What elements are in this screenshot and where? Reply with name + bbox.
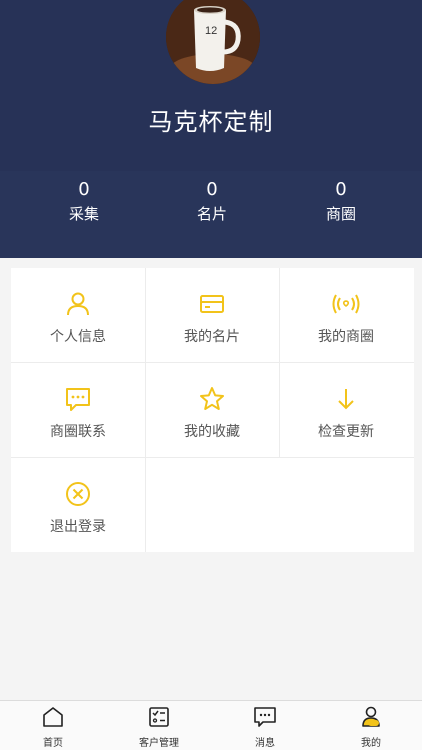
tab-label: 首页 [43, 738, 63, 749]
menu-label: 我的收藏 [184, 424, 240, 440]
shop-name: 马克杯定制 [148, 108, 274, 136]
menu-check-update[interactable]: 检查更新 [279, 363, 413, 457]
avatar[interactable]: 12 [166, 0, 260, 84]
profile-icon [359, 705, 383, 729]
menu-my-favorites[interactable]: 我的收藏 [145, 363, 279, 457]
stats-bar: 0 采集 0 名片 0 商圈 [0, 171, 422, 258]
stat-cards[interactable]: 0 名片 [142, 179, 282, 225]
menu-label: 检查更新 [318, 424, 374, 440]
menu-my-card[interactable]: 我的名片 [145, 268, 279, 362]
close-circle-icon [64, 480, 92, 508]
home-icon [41, 705, 65, 729]
tab-home[interactable]: 首页 [13, 705, 93, 749]
arrow-down-icon [332, 385, 360, 413]
menu-grid: 个人信息 我的名片 我的商圈 商圈联系 我的收藏 检查更新 退出登录 [11, 268, 414, 552]
menu-label: 退出登录 [50, 519, 106, 535]
tab-label: 客户管理 [139, 738, 179, 749]
tab-messages[interactable]: 消息 [225, 705, 305, 749]
stat-collect-label: 采集 [68, 205, 99, 223]
bottom-tab-bar: 首页 客户管理 消息 我的 [0, 700, 422, 750]
tab-label: 消息 [255, 738, 275, 749]
stat-collect[interactable]: 0 采集 [14, 179, 154, 225]
stat-circle-label: 商圈 [325, 205, 356, 223]
menu-personal-info[interactable]: 个人信息 [11, 268, 145, 362]
menu-label: 我的名片 [184, 329, 240, 345]
checklist-icon [147, 705, 171, 729]
stat-collect-value: 0 [78, 179, 90, 200]
user-icon [64, 290, 92, 318]
menu-label: 我的商圈 [318, 329, 374, 345]
profile-header: 12 马克杯定制 0 采集 0 名片 0 商圈 [0, 0, 422, 258]
star-icon [198, 385, 226, 413]
tab-label: 我的 [361, 738, 381, 749]
menu-label: 商圈联系 [50, 424, 106, 440]
tab-mine[interactable]: 我的 [331, 705, 411, 749]
broadcast-heart-icon [332, 290, 360, 318]
stat-circle-value: 0 [335, 179, 347, 200]
tab-customers[interactable]: 客户管理 [119, 705, 199, 749]
menu-logout[interactable]: 退出登录 [11, 458, 145, 552]
message-icon [253, 705, 277, 729]
card-icon [198, 290, 226, 318]
stat-cards-label: 名片 [196, 205, 227, 223]
menu-my-circle[interactable]: 我的商圈 [279, 268, 413, 362]
menu-circle-contact[interactable]: 商圈联系 [11, 363, 145, 457]
stat-circle[interactable]: 0 商圈 [271, 179, 411, 225]
coffee-mug-photo-icon: 12 [166, 0, 260, 84]
chat-dots-icon [64, 385, 92, 413]
stat-cards-value: 0 [206, 179, 218, 200]
menu-label: 个人信息 [50, 329, 106, 345]
svg-text:12: 12 [205, 25, 217, 37]
